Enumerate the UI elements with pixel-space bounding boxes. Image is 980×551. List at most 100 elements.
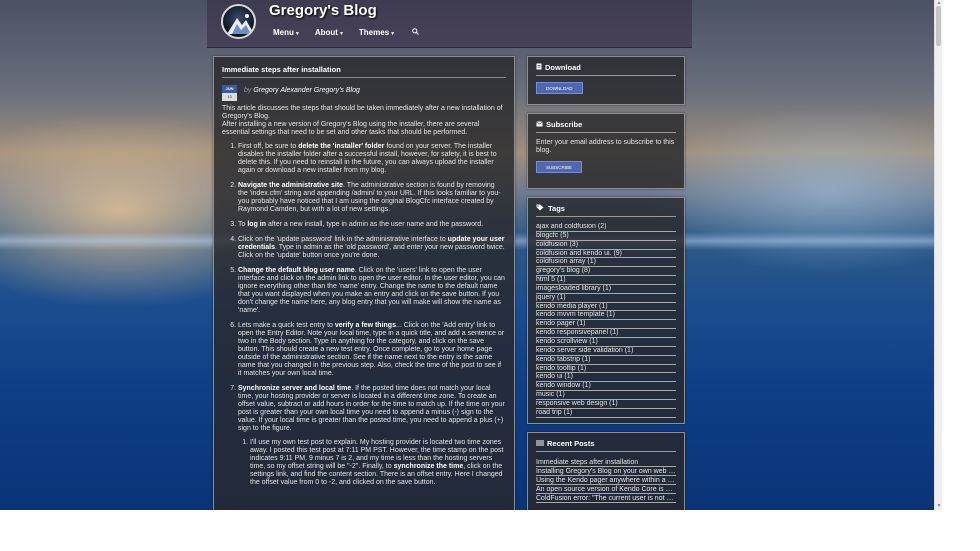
step-text-bold: verify a few things [334, 322, 396, 329]
tag-link[interactable]: html 5 (1) [536, 276, 676, 285]
intro-paragraph-1: This article discusses the steps that sh… [222, 105, 503, 120]
substep-item: I'll use my own test post to explain. My… [250, 439, 506, 487]
date-day: 13 [222, 93, 237, 101]
byline: JUN 13 by Gregory Alexander Gregory's Bl… [222, 85, 506, 105]
substeps-list: I'll use my own test post to explain. My… [238, 439, 506, 487]
article-title[interactable]: Immediate steps after installation [222, 65, 506, 78]
tag-link[interactable]: kendo window (1) [536, 382, 676, 392]
step-text-bold: delete the 'installer' folder [298, 143, 385, 150]
step-text-post: . Type in admin as the 'old password', a… [238, 244, 505, 259]
tag-link[interactable]: coldfusion array (1) [536, 258, 676, 268]
recent-post-link[interactable]: Using the Kendo pager anywhere within a … [536, 476, 676, 485]
nav-menu-label: Menu [273, 28, 294, 37]
tag-link[interactable]: imagesloaded library (1) [536, 285, 676, 294]
recent-posts-panel: Recent Posts Immediate steps after insta… [527, 432, 685, 510]
date-month: JUN [222, 85, 237, 93]
step-item: Navigate the administrative site. The ad… [238, 182, 506, 214]
steps-list: First off, be sure to delete the 'instal… [222, 143, 506, 487]
subscribe-panel: Subscribe Enter your email address to su… [527, 113, 685, 189]
tag-link[interactable]: coldfusion (3) [536, 241, 676, 250]
subscribe-button[interactable]: SUBSCRIBE [536, 161, 583, 173]
caret-down-icon: ▼ [390, 31, 396, 37]
main-nav: Menu▼ About▼ Themes▼ [273, 28, 419, 37]
recent-title: Recent Posts [547, 439, 595, 448]
tag-link[interactable]: kendo server side validation (1) [536, 347, 676, 356]
blog-title[interactable]: Gregory's Blog [269, 2, 377, 19]
nav-themes[interactable]: Themes▼ [359, 28, 395, 37]
site-header: Gregory's Blog Menu▼ About▼ Themes▼ [207, 0, 692, 48]
recent-list: Immediate steps after installation Instal… [536, 458, 676, 503]
nav-menu[interactable]: Menu▼ [273, 28, 300, 37]
nav-about[interactable]: About▼ [315, 28, 344, 37]
subscribe-heading: Subscribe [536, 120, 676, 133]
caret-down-icon: ▼ [338, 31, 344, 37]
recent-heading: Recent Posts [536, 439, 676, 452]
step-item: Synchronize server and local time. If th… [238, 385, 506, 487]
step-item: Lets make a quick test entry to verify a… [238, 322, 506, 378]
step-text-pre: Click on the 'update password' link in t… [238, 236, 448, 243]
tag-link[interactable]: blogcfc (5) [536, 232, 676, 241]
file-icon [536, 63, 542, 72]
tag-link[interactable]: responsive web design (1) [536, 400, 676, 409]
tag-link[interactable]: kendo ui (1) [536, 373, 676, 383]
step-text-post: . Click on the 'users' link to open the … [238, 267, 505, 314]
author-link[interactable]: Gregory Alexander Gregory's Blog [253, 87, 360, 94]
download-button[interactable]: DOWNLOAD [536, 82, 583, 94]
step-item: Click on the 'update password' link in t… [238, 236, 506, 260]
byline-text: by Gregory Alexander Gregory's Blog [244, 87, 360, 94]
recent-post-link[interactable]: ColdFusion error: "The current user is n… [536, 494, 676, 503]
subscribe-text: Enter your email address to subscribe to… [536, 139, 675, 154]
tag-list: ajax and coldfusion (2) blogcfc (5) coldfu… [536, 223, 676, 418]
nav-themes-label: Themes [358, 28, 390, 37]
recent-post-link[interactable]: An open source version of Kendo Core is … [536, 485, 676, 494]
step-text-pre: Lets make a quick test entry to [238, 322, 335, 329]
step-text-post: after a new install, type in admin as th… [266, 221, 484, 228]
byline-by: by [244, 87, 252, 94]
tag-link[interactable]: kendo pager (1) [536, 320, 676, 330]
page-background: Gregory's Blog Menu▼ About▼ Themes▼ Imme… [0, 0, 940, 510]
tag-link[interactable]: kendo responsivepanel (1) [536, 329, 676, 338]
tags-icon [536, 204, 545, 213]
download-panel: Download DOWNLOAD [527, 56, 685, 105]
download-title: Download [545, 63, 581, 72]
article-panel: Immediate steps after installation JUN 1… [213, 56, 515, 510]
step-text-bold: Navigate the administrative site [238, 182, 344, 189]
step-item: To log in after a new install, type in a… [238, 221, 506, 229]
tag-link[interactable]: coldfusion and kendo ui. (9) [536, 250, 676, 259]
subscribe-title: Subscribe [546, 120, 583, 129]
scrollbar[interactable]: ▲ ▼ [934, 0, 942, 510]
tag-link[interactable]: kendo scrollview (1) [536, 338, 676, 347]
tag-link[interactable]: gregory's blog (8) [536, 267, 676, 277]
tag-link[interactable]: kendo media player (1) [536, 303, 676, 312]
tag-link[interactable]: kendo tooltip (1) [536, 365, 676, 374]
intro-paragraph-2: After installing a new version of Gregor… [222, 121, 480, 136]
step-text-bold: Change the default blog user name [238, 267, 355, 274]
step-text-post: ... Click on the 'Add entry' link to ope… [238, 322, 505, 377]
tags-panel: Tags ajax and coldfusion (2) blogcfc (5) c… [527, 197, 685, 424]
nav-about-label: About [314, 28, 338, 37]
scroll-thumb[interactable] [936, 6, 941, 46]
envelope-icon [536, 120, 543, 129]
step-text-bold: Synchronize server and local time [238, 385, 352, 392]
step-item: First off, be sure to delete the 'instal… [238, 143, 506, 175]
date-badge: JUN 13 [222, 85, 237, 101]
tag-link[interactable]: kendo mvvm template (1) [536, 311, 676, 321]
search-icon[interactable] [412, 28, 419, 37]
tags-title: Tags [548, 204, 565, 213]
logo-icon[interactable] [221, 4, 256, 39]
substep-text-bold: synchronize the time [393, 463, 464, 470]
step-text-bold: log in [247, 221, 267, 228]
download-heading: Download [536, 63, 676, 76]
tag-link[interactable]: jquery (1) [536, 294, 676, 303]
step-text-post: . If the posted time does not match your… [238, 385, 505, 432]
tag-link[interactable]: kendo tabstrip (1) [536, 356, 676, 365]
step-text-pre: To [238, 221, 248, 228]
recent-post-link[interactable]: Installing Gregory's Blog on your own we… [536, 467, 676, 476]
recent-post-link[interactable]: Immediate steps after installation [536, 458, 676, 467]
scroll-down-icon[interactable]: ▼ [935, 503, 943, 509]
caret-down-icon: ▼ [294, 31, 300, 37]
tag-link[interactable]: ajax and coldfusion (2) [536, 223, 676, 232]
tag-link[interactable]: music (1) [536, 391, 676, 400]
tag-link[interactable]: road trip (1) [536, 409, 676, 418]
step-text-pre: First off, be sure to [238, 143, 299, 150]
